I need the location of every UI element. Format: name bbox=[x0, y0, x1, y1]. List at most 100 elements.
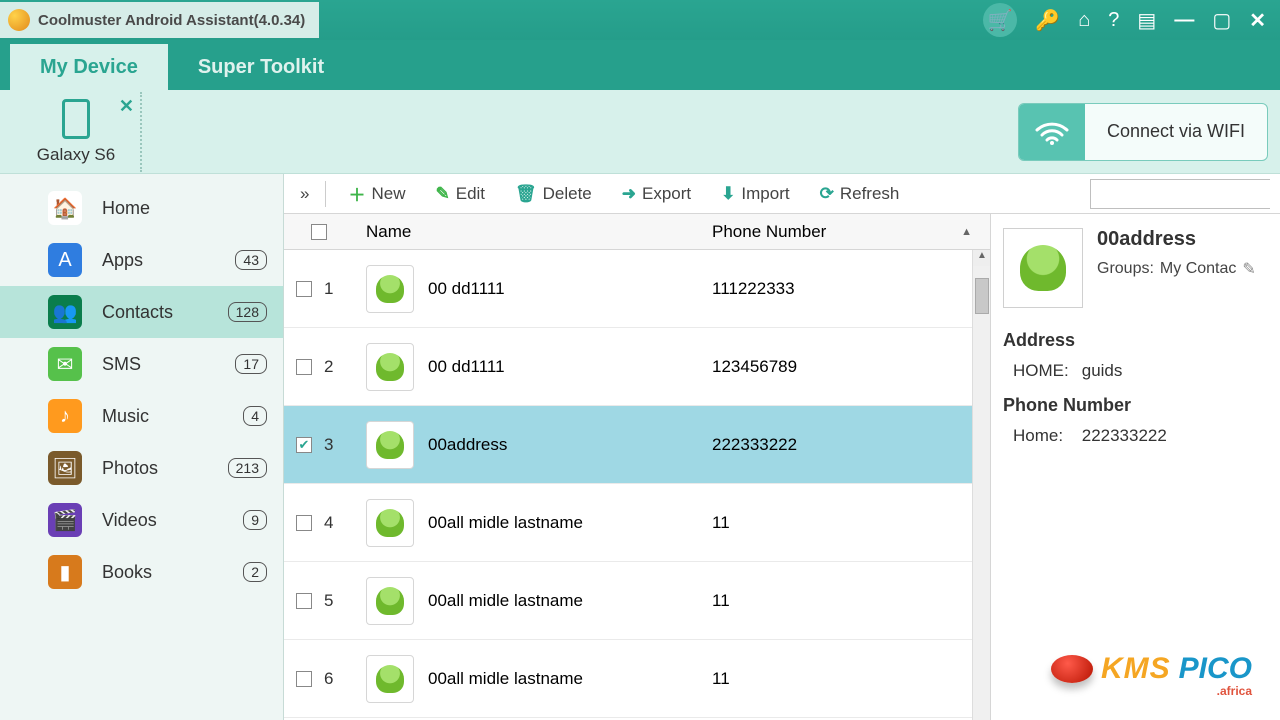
sms-icon: ✉ bbox=[48, 347, 82, 381]
sidebar-item-home[interactable]: 🏠Home bbox=[0, 182, 283, 234]
export-icon: ➜ bbox=[622, 184, 636, 204]
count-badge: 2 bbox=[243, 562, 267, 582]
tab-super-toolkit[interactable]: Super Toolkit bbox=[168, 44, 354, 90]
device-card[interactable]: ✕ Galaxy S6 bbox=[12, 92, 142, 172]
connect-wifi-label: Connect via WIFI bbox=[1085, 121, 1267, 142]
wifi-icon bbox=[1019, 104, 1085, 160]
export-button[interactable]: ➜Export bbox=[610, 178, 703, 210]
sidebar-item-label: Home bbox=[102, 198, 267, 219]
search-box[interactable]: 🔍 bbox=[1090, 179, 1270, 209]
import-icon: ⬇ bbox=[721, 184, 735, 204]
row-index: 1 bbox=[324, 279, 354, 299]
minimize-icon[interactable]: — bbox=[1174, 9, 1194, 32]
sidebar-item-sms[interactable]: ✉SMS17 bbox=[0, 338, 283, 390]
tab-my-device[interactable]: My Device bbox=[10, 44, 168, 90]
sidebar-item-contacts[interactable]: 👥Contacts128 bbox=[0, 286, 283, 338]
connect-wifi-button[interactable]: Connect via WIFI bbox=[1018, 103, 1268, 161]
contact-avatar-icon bbox=[366, 421, 414, 469]
sidebar-item-videos[interactable]: 🎬 Videos9 bbox=[0, 494, 283, 546]
address-value: guids bbox=[1082, 361, 1123, 380]
app-logo-icon bbox=[8, 9, 30, 31]
phone-icon bbox=[62, 99, 90, 139]
sidebar-item-books[interactable]: ▮ Books2 bbox=[0, 546, 283, 598]
row-index: 2 bbox=[324, 357, 354, 377]
sidebar-item-label: Contacts bbox=[102, 302, 228, 323]
contact-phone: 111222333 bbox=[712, 279, 795, 299]
expand-button[interactable]: » bbox=[294, 178, 315, 210]
detail-address-header: Address bbox=[1003, 330, 1268, 351]
sidebar-item-label: Books bbox=[102, 562, 243, 583]
row-checkbox[interactable] bbox=[296, 515, 312, 531]
phone-type: Home: bbox=[1013, 426, 1077, 446]
sidebar-item-label: Music bbox=[102, 406, 243, 427]
sidebar-item-apps[interactable]: A Apps43 bbox=[0, 234, 283, 286]
detail-groups-label: Groups: bbox=[1097, 260, 1154, 278]
contact-phone: 11 bbox=[712, 591, 730, 611]
refresh-icon: ⟳ bbox=[820, 184, 834, 204]
contact-name: 00all midle lastname bbox=[428, 591, 583, 611]
row-index: 6 bbox=[324, 669, 354, 689]
count-badge: 128 bbox=[228, 302, 267, 322]
new-button[interactable]: ＋New bbox=[336, 178, 417, 210]
table-row[interactable]: 400all midle lastname11 bbox=[284, 484, 990, 562]
row-checkbox[interactable] bbox=[296, 671, 312, 687]
refresh-button[interactable]: ⟳Refresh bbox=[808, 178, 912, 210]
device-name: Galaxy S6 bbox=[37, 145, 115, 165]
scrollbar[interactable]: ▲ bbox=[972, 250, 990, 720]
table-row[interactable]: 200 dd1111123456789 bbox=[284, 328, 990, 406]
table-row[interactable]: 5 00all midle lastname 11 bbox=[284, 562, 990, 640]
sidebar-item-label: SMS bbox=[102, 354, 235, 375]
home-icon[interactable]: ⌂ bbox=[1078, 9, 1090, 32]
sidebar-item-photos[interactable]: 🖼Photos213 bbox=[0, 442, 283, 494]
title-block: Coolmuster Android Assistant(4.0.34) bbox=[0, 2, 319, 38]
col-name[interactable]: Name bbox=[354, 222, 704, 242]
contact-avatar-icon bbox=[366, 343, 414, 391]
select-all-checkbox[interactable] bbox=[311, 224, 327, 240]
edit-button[interactable]: ✎Edit bbox=[423, 178, 497, 210]
device-close-icon[interactable]: ✕ bbox=[119, 96, 134, 117]
address-type: HOME: bbox=[1013, 361, 1077, 381]
sidebar-item-music[interactable]: ♪Music4 bbox=[0, 390, 283, 442]
col-phone[interactable]: Phone Number▲ bbox=[704, 222, 990, 242]
row-checkbox[interactable]: ✔ bbox=[296, 437, 312, 453]
contact-phone: 11 bbox=[712, 669, 730, 689]
divider bbox=[325, 181, 326, 207]
import-button[interactable]: ⬇Import bbox=[709, 178, 801, 210]
close-icon[interactable]: ✕ bbox=[1249, 8, 1266, 33]
table-row[interactable]: 1 00 dd1111 111222333 bbox=[284, 250, 990, 328]
count-badge: 43 bbox=[235, 250, 267, 270]
delete-button[interactable]: 🗑Delete bbox=[503, 178, 604, 210]
key-icon[interactable]: 🔑 bbox=[1035, 8, 1060, 33]
search-input[interactable] bbox=[1091, 180, 1280, 208]
row-index: 5 bbox=[324, 591, 354, 611]
detail-name: 00address bbox=[1097, 228, 1268, 251]
sidebar-item-label: Photos bbox=[102, 458, 228, 479]
scroll-up-icon[interactable]: ▲ bbox=[973, 250, 990, 266]
apps-icon: A bbox=[48, 243, 82, 277]
row-checkbox[interactable] bbox=[296, 359, 312, 375]
detail-phone-header: Phone Number bbox=[1003, 395, 1268, 416]
count-badge: 9 bbox=[243, 510, 267, 530]
scroll-thumb[interactable] bbox=[975, 278, 989, 314]
maximize-icon[interactable]: ▢ bbox=[1212, 8, 1231, 33]
books-icon: ▮ bbox=[48, 555, 82, 589]
register-icon[interactable]: ▤ bbox=[1137, 8, 1156, 33]
sidebar-item-label: Apps bbox=[102, 250, 235, 271]
table-row[interactable]: ✔300address222333222 bbox=[284, 406, 990, 484]
contact-phone: 222333222 bbox=[712, 435, 797, 455]
photos-icon: 🖼 bbox=[48, 451, 82, 485]
cart-icon[interactable]: 🛒 bbox=[983, 3, 1017, 37]
row-index: 3 bbox=[324, 435, 354, 455]
music-icon: ♪ bbox=[48, 399, 82, 433]
edit-groups-icon[interactable]: ✎ bbox=[1242, 259, 1255, 279]
table-row[interactable]: 600all midle lastname11 bbox=[284, 640, 990, 718]
detail-groups-value: My Contac bbox=[1160, 260, 1236, 278]
trash-icon: 🗑 bbox=[515, 184, 537, 204]
sidebar-item-label: Videos bbox=[102, 510, 243, 531]
contact-avatar-icon bbox=[366, 577, 414, 625]
help-icon[interactable]: ? bbox=[1108, 9, 1119, 32]
row-checkbox[interactable] bbox=[296, 593, 312, 609]
contact-name: 00 dd1111 bbox=[428, 279, 505, 299]
row-checkbox[interactable] bbox=[296, 281, 312, 297]
videos-icon: 🎬 bbox=[48, 503, 82, 537]
